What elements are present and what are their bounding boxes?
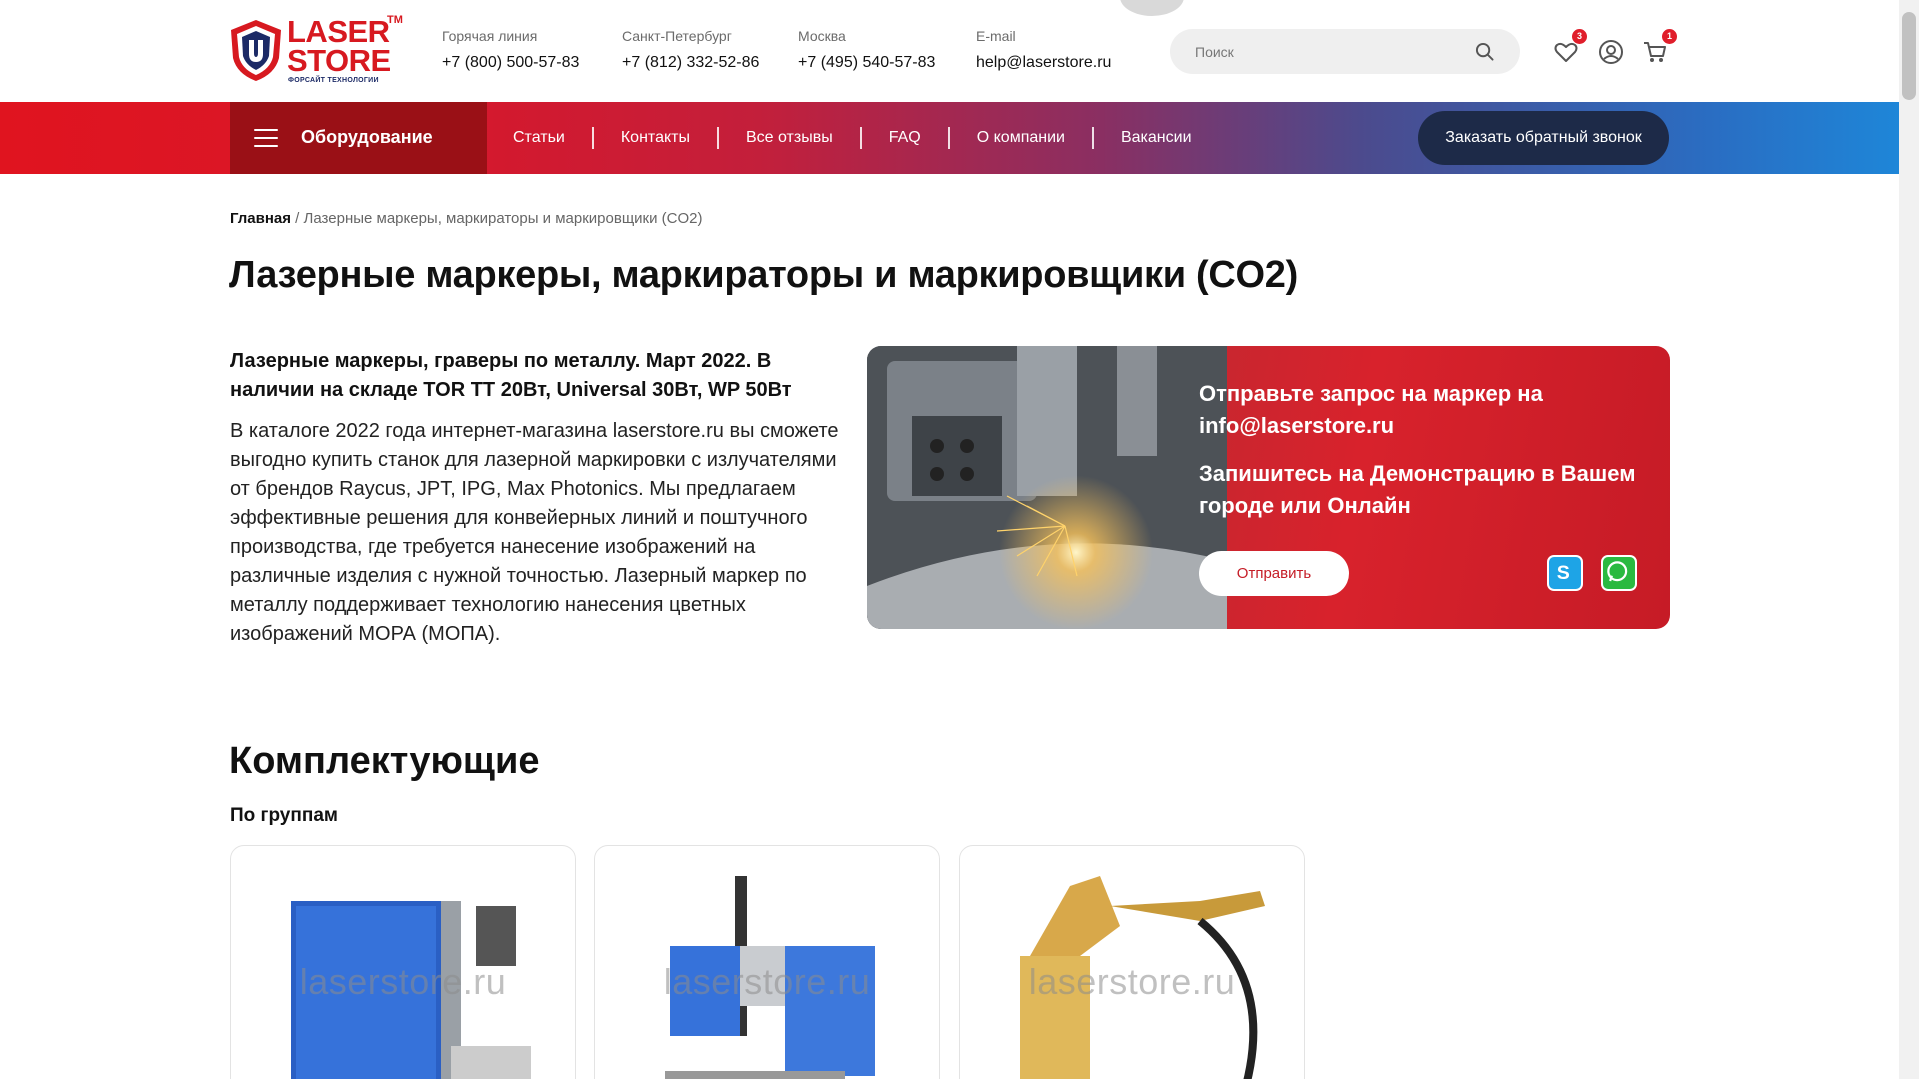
watermark: laserstore.ru — [1028, 961, 1236, 1002]
logo-tagline: ФОРСАЙТ ТЕХНОЛОГИИ — [288, 77, 379, 84]
send-request-button[interactable]: Отправить — [1199, 551, 1349, 596]
equipment-label: Оборудование — [301, 127, 433, 147]
contact-label: Москва — [798, 28, 846, 44]
cart-icon[interactable] — [1642, 39, 1668, 65]
svg-text:S: S — [1557, 562, 1570, 584]
callback-button[interactable]: Заказать обратный звонок — [1418, 111, 1669, 165]
main-nav: Оборудование Статьи Контакты Все отзывы … — [0, 102, 1899, 174]
contact-hotline: Горячая линия +7 (800) 500-57-83 — [442, 28, 579, 72]
breadcrumb-current: Лазерные маркеры, маркираторы и маркиров… — [303, 210, 703, 227]
laser-machine-photo — [867, 346, 1227, 629]
page-title: Лазерные маркеры, маркираторы и маркиров… — [229, 254, 1298, 296]
cart-count-badge: 1 — [1662, 29, 1677, 44]
promo-title-email: Отправьте запрос на маркер на info@laser… — [1199, 381, 1543, 438]
contact-label: Горячая линия — [442, 28, 538, 44]
breadcrumb: Главная / Лазерные маркеры, маркираторы … — [230, 210, 702, 227]
page-scrollbar[interactable] — [1899, 0, 1919, 1079]
contact-moscow: Москва +7 (495) 540-57-83 — [798, 28, 935, 72]
search-icon[interactable] — [1475, 42, 1494, 61]
promo-banner: Отправьте запрос на маркер на info@laser… — [867, 346, 1670, 629]
contact-phone[interactable]: +7 (800) 500-57-83 — [442, 54, 579, 72]
whatsapp-icon[interactable] — [1601, 555, 1637, 591]
skype-icon[interactable]: S — [1547, 555, 1583, 591]
user-circle-icon[interactable] — [1598, 39, 1624, 65]
contact-email-link[interactable]: help@laserstore.ru — [976, 54, 1111, 72]
nav-link-contacts[interactable]: Контакты — [594, 127, 719, 149]
nav-link-about[interactable]: О компании — [950, 127, 1094, 149]
breadcrumb-separator: / — [291, 210, 304, 227]
nav-link-vacancies[interactable]: Вакансии — [1094, 127, 1219, 149]
breadcrumb-home-link[interactable]: Главная — [230, 210, 291, 227]
laserstore-logo[interactable]: LASER TM STORE ФОРСАЙТ ТЕХНОЛОГИИ — [229, 14, 409, 84]
search-input[interactable] — [1195, 29, 1475, 74]
site-header: LASER TM STORE ФОРСАЙТ ТЕХНОЛОГИИ Горяча… — [0, 0, 1899, 102]
shield-logo-icon — [231, 20, 281, 81]
top-scroll-handle[interactable] — [1120, 0, 1184, 16]
product-card[interactable]: laserstore.ru — [594, 845, 940, 1079]
intro-lead: Лазерные маркеры, граверы по металлу. Ма… — [230, 350, 792, 401]
product-card[interactable]: laserstore.ru — [959, 845, 1305, 1079]
watermark: laserstore.ru — [299, 961, 507, 1002]
contact-phone[interactable]: +7 (812) 332-52-86 — [622, 54, 759, 72]
contact-phone[interactable]: +7 (495) 540-57-83 — [798, 54, 935, 72]
logo-trademark: TM — [387, 14, 403, 26]
promo-title-demo: Запишитесь на Демонстрацию в Вашем город… — [1199, 461, 1636, 518]
contact-spb: Санкт-Петербург +7 (812) 332-52-86 — [622, 28, 759, 72]
contact-label: E-mail — [976, 28, 1016, 44]
contact-label: Санкт-Петербург — [622, 28, 732, 44]
components-title: Комплектующие — [229, 740, 540, 782]
intro-description: В каталоге 2022 года интернет-магазина l… — [230, 420, 839, 645]
components-subtitle: По группам — [230, 805, 338, 826]
product-card[interactable]: laserstore.ru — [230, 845, 576, 1079]
logo-text-store: STORE — [287, 43, 391, 78]
search-box — [1170, 29, 1520, 74]
favorites-count-badge: 3 — [1572, 29, 1587, 44]
watermark: laserstore.ru — [663, 961, 871, 1002]
equipment-menu-button[interactable]: Оборудование — [230, 102, 487, 174]
nav-links: Статьи Контакты Все отзывы FAQ О компани… — [513, 102, 1219, 174]
scrollbar-thumb[interactable] — [1902, 12, 1916, 100]
nav-link-articles[interactable]: Статьи — [513, 127, 594, 149]
nav-link-reviews[interactable]: Все отзывы — [719, 127, 862, 149]
contact-email: E-mail help@laserstore.ru — [976, 28, 1111, 72]
nav-link-faq[interactable]: FAQ — [862, 127, 950, 149]
hamburger-icon — [254, 129, 278, 147]
